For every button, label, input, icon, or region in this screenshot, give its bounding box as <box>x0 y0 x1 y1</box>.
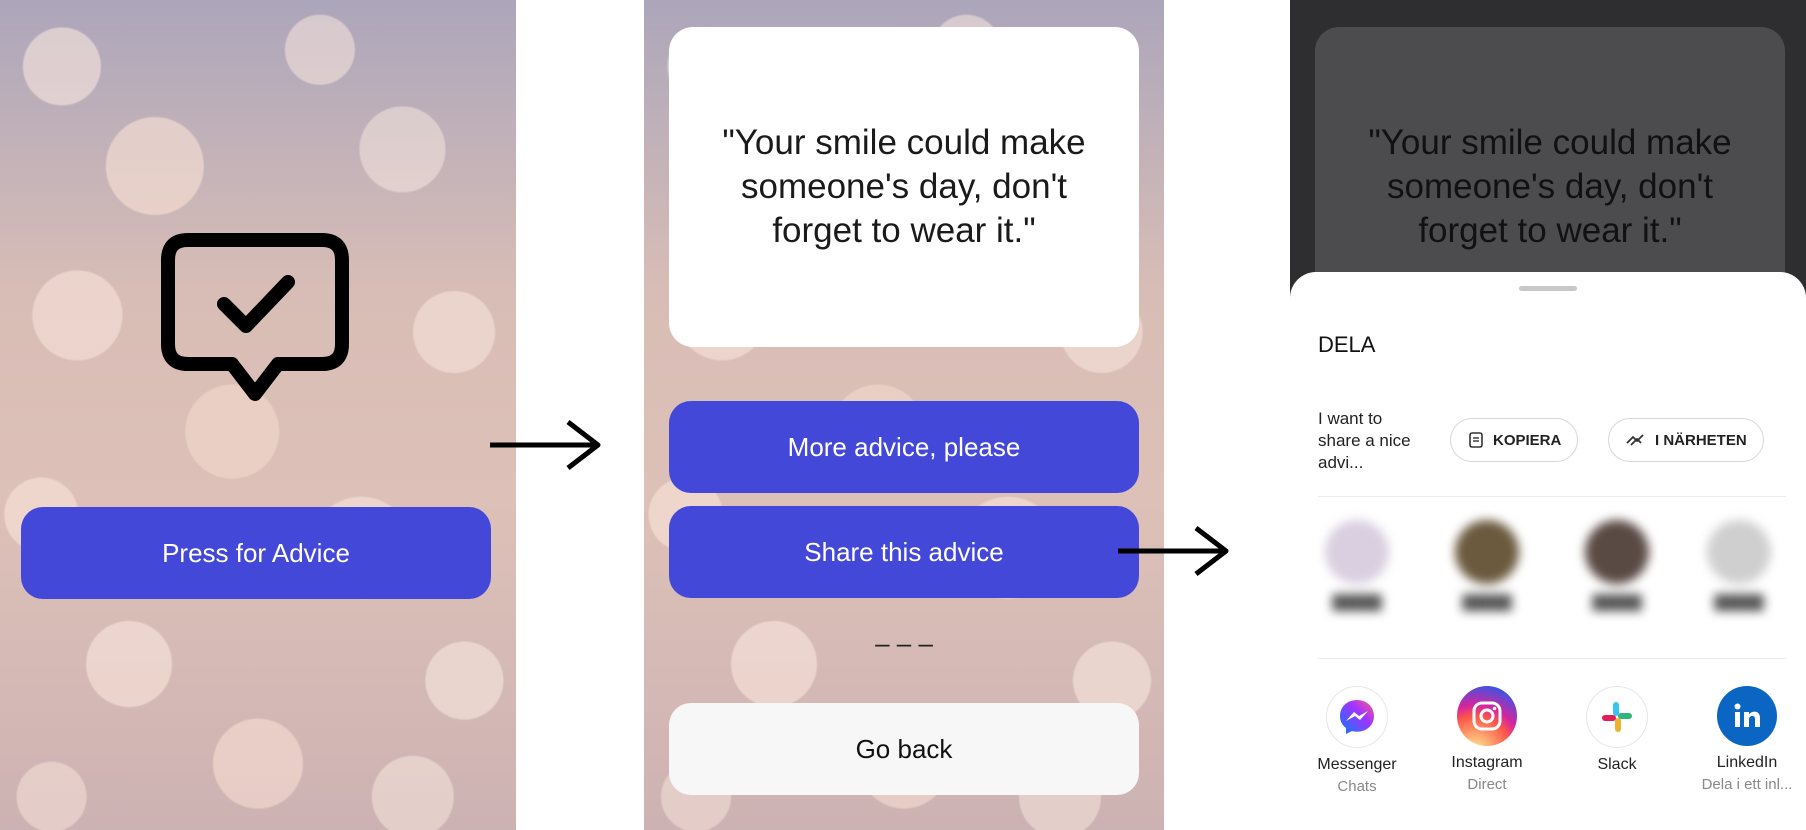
app-name: LinkedIn <box>1716 754 1778 771</box>
screen-home: Press for Advice <box>0 0 516 830</box>
screen-advice: "Your smile could make someone's day, do… <box>644 0 1164 830</box>
share-advice-button[interactable]: Share this advice <box>669 506 1139 598</box>
nearby-share-chip[interactable]: I NÄRHETEN <box>1608 418 1764 462</box>
nearby-share-icon <box>1626 434 1644 446</box>
arrow-right-icon <box>490 420 601 470</box>
separator-text: – – – <box>875 628 933 658</box>
share-app-slack[interactable]: Slack <box>1552 686 1682 778</box>
bokeh-background <box>0 0 516 830</box>
share-app-linkedin[interactable]: LinkedIn Dela i ett inl... <box>1682 686 1806 793</box>
share-preview-text: I want to share a nice advi... <box>1318 409 1411 472</box>
share-sheet: DELA I want to share a nice advi... KOPI… <box>1290 272 1806 830</box>
app-subtitle: Direct <box>1467 776 1507 793</box>
blurred-contact[interactable]: █████ <box>1422 520 1552 611</box>
arrow-right-icon <box>1118 526 1229 576</box>
app-name: Messenger <box>1317 756 1397 773</box>
nearby-chip-label: I NÄRHETEN <box>1655 431 1747 449</box>
app-subtitle: Dela i ett inl... <box>1701 776 1793 793</box>
app-subtitle: Chats <box>1337 778 1377 795</box>
go-back-button[interactable]: Go back <box>669 703 1139 795</box>
divider <box>1318 658 1786 659</box>
blurred-contact[interactable]: █████ <box>1552 520 1682 611</box>
press-for-advice-button[interactable]: Press for Advice <box>21 507 491 599</box>
share-sheet-title: DELA <box>1318 332 1376 357</box>
divider <box>1318 496 1786 497</box>
app-name: Slack <box>1597 756 1637 773</box>
blurred-contact[interactable]: █████ <box>1674 520 1804 611</box>
share-app-instagram[interactable]: Instagram Direct <box>1422 686 1552 793</box>
sheet-drag-handle[interactable] <box>1519 286 1577 291</box>
screen-share-sheet: "Your smile could make someone's day, do… <box>1290 0 1806 830</box>
blurred-contact[interactable]: █████ <box>1292 520 1422 611</box>
instagram-icon <box>1457 686 1517 746</box>
messenger-icon <box>1326 686 1388 748</box>
slack-icon <box>1586 686 1648 748</box>
linkedin-icon <box>1717 686 1777 746</box>
speech-bubble-check-icon <box>161 233 349 401</box>
advice-quote-card: "Your smile could make someone's day, do… <box>669 27 1139 347</box>
copy-chip-label: KOPIERA <box>1493 431 1562 449</box>
more-advice-button[interactable]: More advice, please <box>669 401 1139 493</box>
app-name: Instagram <box>1451 754 1523 771</box>
copy-icon <box>1469 432 1483 448</box>
share-app-messenger[interactable]: Messenger Chats <box>1292 686 1422 795</box>
copy-chip[interactable]: KOPIERA <box>1450 418 1579 462</box>
